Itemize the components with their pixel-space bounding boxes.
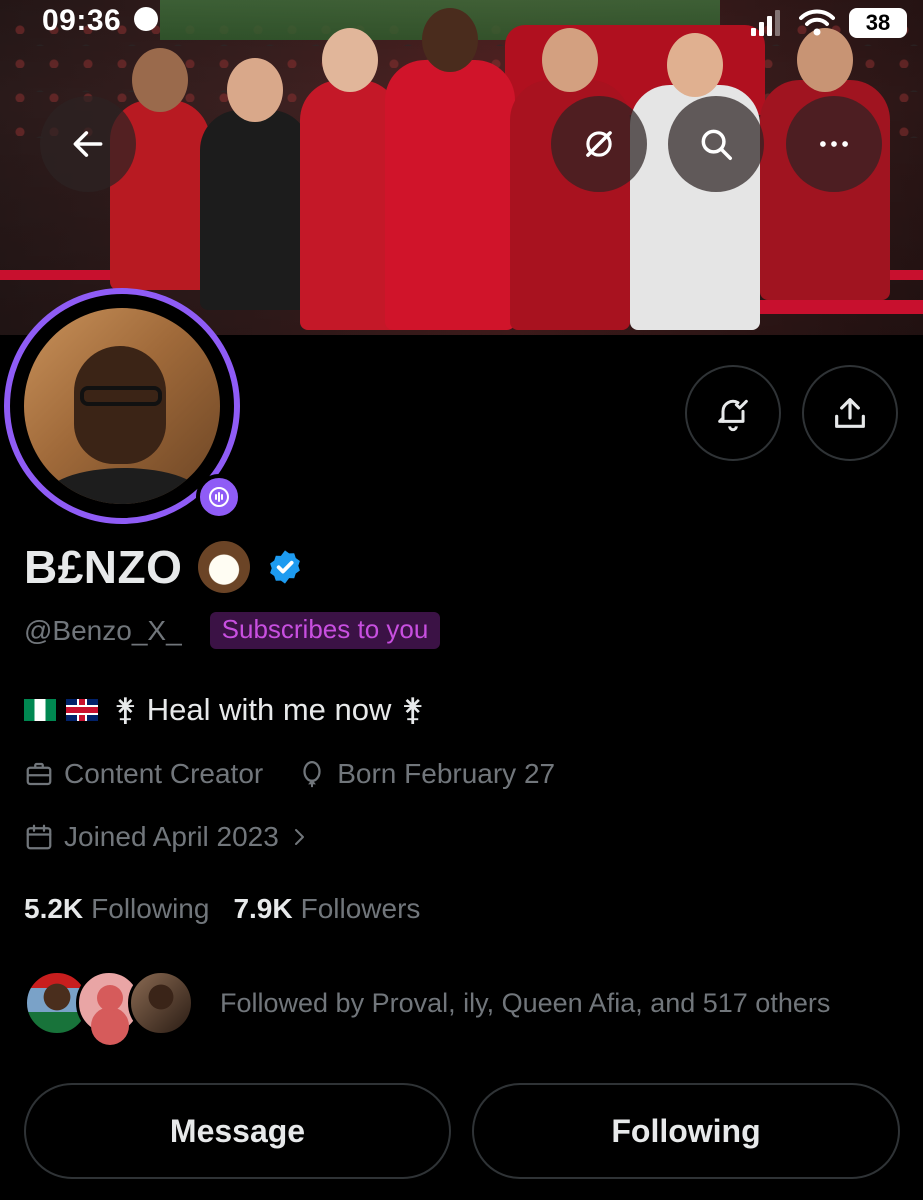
follower-avatar: [128, 970, 194, 1036]
following-button-label: Following: [611, 1112, 761, 1149]
following-stat[interactable]: 5.2K Following: [24, 893, 209, 925]
display-name-row: B£NZO: [24, 540, 304, 594]
smiley-icon: [134, 7, 159, 32]
more-options-button[interactable]: [786, 96, 882, 192]
banner-person: [385, 8, 515, 330]
display-name: B£NZO: [24, 541, 183, 593]
profile-joined-date: Joined April 2023: [64, 821, 279, 852]
avatar-shirt: [44, 468, 204, 504]
arrow-left-icon: [73, 131, 103, 157]
banner-person: [200, 58, 310, 310]
avatar-ring[interactable]: [4, 288, 242, 524]
signal-icon: [751, 10, 780, 36]
following-stat-label: Following: [91, 893, 210, 924]
more-horizontal-icon: [820, 141, 848, 147]
bio-text: Heal with me now: [146, 692, 392, 727]
nigeria-flag-icon: [24, 699, 56, 721]
avatar[interactable]: [24, 308, 220, 504]
follow-stats: 5.2K Following 7.9K Followers: [24, 893, 420, 925]
search-button[interactable]: [668, 96, 764, 192]
profile-meta-row: Content Creator Born February 27: [24, 758, 589, 790]
status-bar: 09:36 38: [0, 0, 923, 44]
followed-by-row[interactable]: Followed by Proval, ily, Queen Afia, and…: [24, 970, 830, 1036]
subscribes-to-you-badge: Subscribes to you: [209, 612, 441, 649]
status-icons: 38: [751, 8, 907, 38]
following-button[interactable]: Following: [472, 1083, 900, 1179]
balloon-icon: [303, 761, 321, 788]
search-icon: [701, 129, 732, 160]
briefcase-icon: [26, 762, 52, 786]
wifi-icon: [799, 9, 835, 36]
spaces-badge[interactable]: [196, 474, 242, 520]
back-button[interactable]: [40, 96, 136, 192]
battery-indicator: 38: [849, 8, 907, 38]
profile-banner[interactable]: [0, 0, 923, 335]
spaces-mic-icon: [209, 487, 229, 507]
coconut-icon: [198, 541, 251, 593]
category-item: Content Creator: [24, 758, 263, 790]
share-profile-button[interactable]: [802, 365, 898, 461]
status-time: 09:36: [42, 4, 159, 38]
profile-category: Content Creator: [64, 758, 264, 789]
grok-button[interactable]: [551, 96, 647, 192]
message-button[interactable]: Message: [24, 1083, 451, 1179]
bell-check-icon: [718, 399, 748, 432]
battery-level: 38: [865, 10, 891, 35]
share-icon: [835, 398, 865, 428]
followers-stat-label: Followers: [300, 893, 421, 924]
chevron-right-icon: [294, 829, 304, 845]
verified-badge-icon[interactable]: [266, 548, 304, 586]
bio: ⚵ Heal with me now ⚵: [24, 692, 424, 728]
profile-birthday: Born February 27: [337, 758, 556, 789]
grok-icon: [586, 131, 612, 157]
handle-row: @Benzo_X_ Subscribes to you: [24, 612, 441, 649]
joined-row[interactable]: Joined April 2023: [24, 821, 321, 853]
calendar-icon: [26, 824, 52, 850]
status-time-text: 09:36: [42, 4, 122, 37]
username-handle: @Benzo_X_: [24, 614, 182, 646]
birthday-item: Born February 27: [297, 758, 555, 790]
followers-count: 7.9K: [233, 893, 293, 924]
bio-symbol-left: ⚵: [114, 692, 137, 727]
followed-by-text: Followed by Proval, ily, Queen Afia, and…: [220, 987, 831, 1018]
message-button-label: Message: [169, 1112, 306, 1149]
bio-symbol-right: ⚵: [401, 692, 425, 727]
uk-flag-icon: [66, 699, 98, 721]
followers-stat[interactable]: 7.9K Followers: [233, 893, 420, 925]
avatar-glasses: [80, 386, 162, 406]
notifications-button[interactable]: [685, 365, 781, 461]
following-count: 5.2K: [24, 893, 84, 924]
